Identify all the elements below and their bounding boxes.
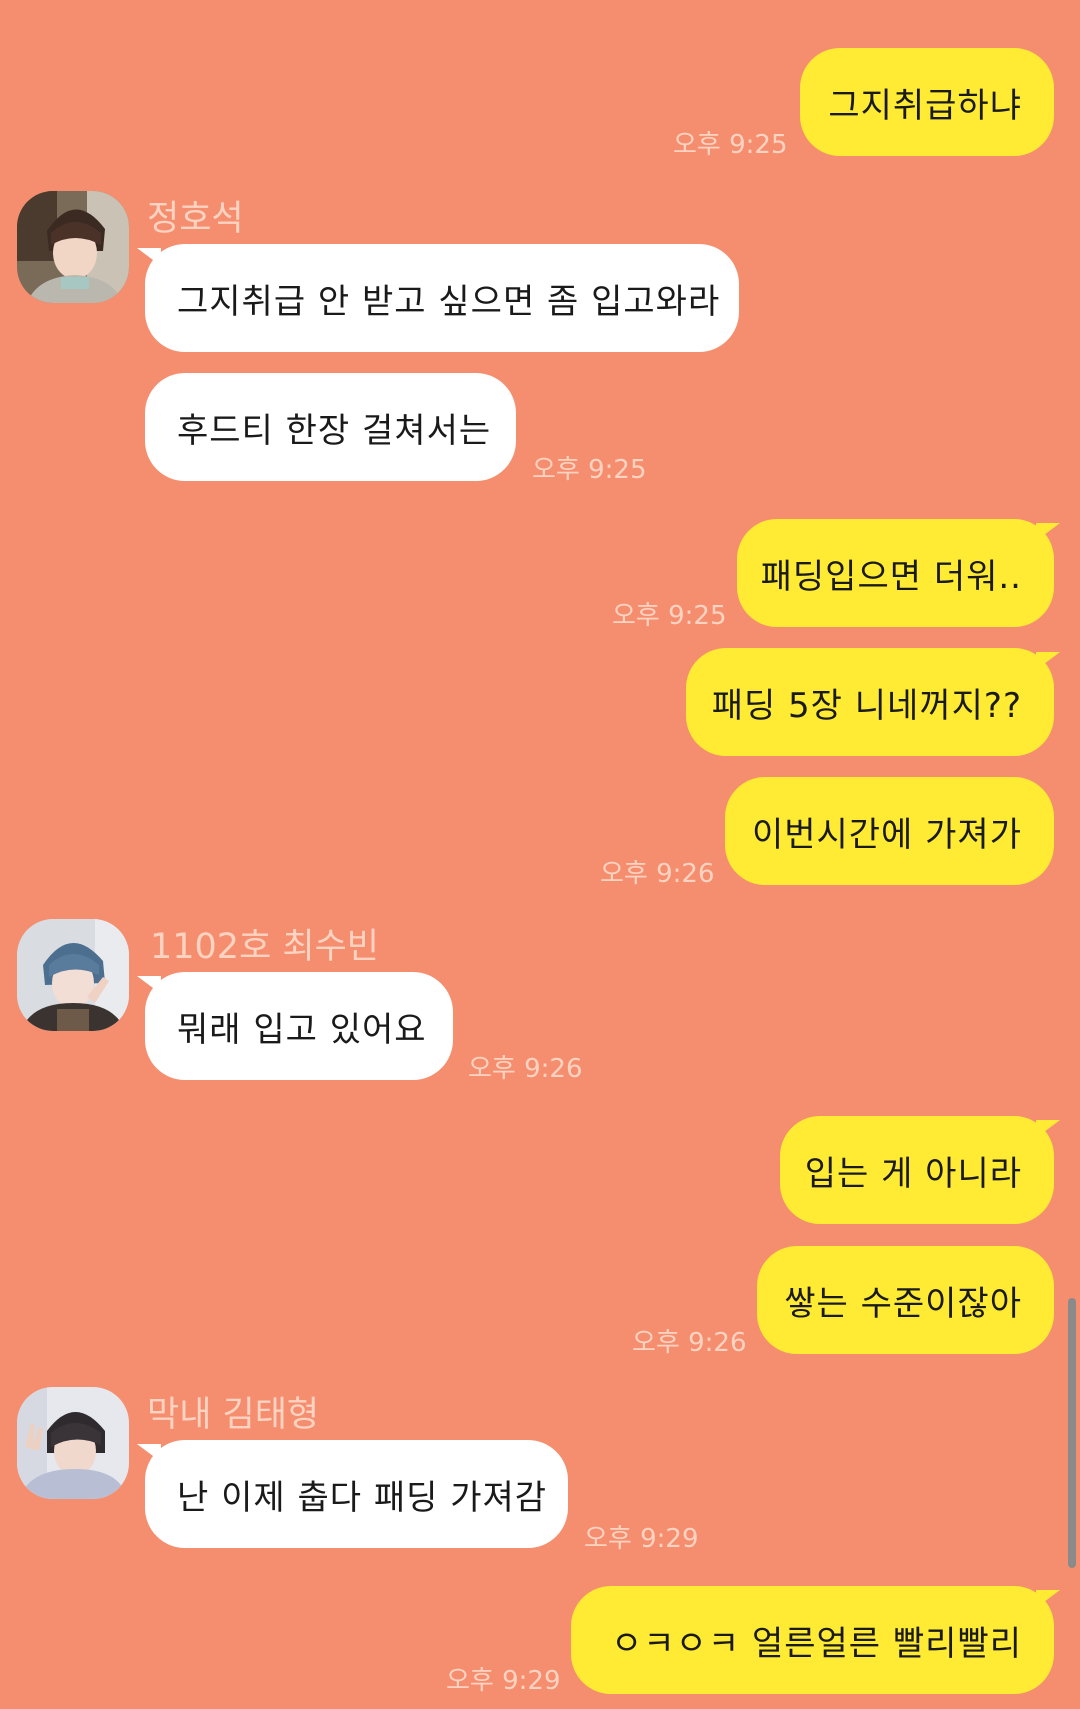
other-message-bubble[interactable]: 그지취급 안 받고 싶으면 좀 입고와라 — [145, 244, 739, 352]
my-message-bubble[interactable]: 패딩 5장 니네꺼지?? — [686, 648, 1054, 756]
message-text: 패딩 5장 니네꺼지?? — [711, 685, 1022, 726]
message-time: 오후 9:29 — [446, 1666, 561, 1696]
message-time: 오후 9:26 — [468, 1054, 583, 1084]
bubble-tail — [1036, 652, 1060, 670]
avatar-photo-icon — [17, 191, 129, 303]
other-message-bubble[interactable]: 난 이제 춥다 패딩 가져감 — [145, 1440, 568, 1548]
message-time: 오후 9:25 — [612, 601, 727, 631]
avatar-jung-hoseok[interactable] — [17, 191, 129, 303]
message-text: 뭐래 입고 있어요 — [177, 1009, 427, 1050]
bubble-tail — [1036, 1120, 1060, 1138]
my-message-bubble[interactable]: 쌓는 수준이잖아 — [757, 1246, 1054, 1354]
message-time: 오후 9:29 — [584, 1524, 699, 1554]
sender-name: 막내 김태형 — [147, 1395, 320, 1435]
avatar-kim-taehyung[interactable] — [17, 1387, 129, 1499]
message-text: 입는 게 아니라 — [804, 1153, 1022, 1194]
my-message-bubble[interactable]: ㅇㅋㅇㅋ 얼른얼른 빨리빨리 — [571, 1586, 1054, 1694]
bubble-tail — [137, 248, 161, 266]
message-time: 오후 9:26 — [632, 1328, 747, 1358]
message-text: 이번시간에 가져가 — [751, 814, 1022, 855]
avatar-photo-icon — [17, 1387, 129, 1499]
message-text: ㅇㅋㅇㅋ 얼른얼른 빨리빨리 — [611, 1623, 1022, 1664]
bubble-tail — [1036, 523, 1060, 541]
other-message-bubble[interactable]: 후드티 한장 걸쳐서는 — [145, 373, 516, 481]
chat-screen[interactable]: 그지취급하냐 오후 9:25 정호석 그지취급 안 받고 싶으면 좀 입고와라 … — [0, 0, 1080, 1709]
avatar-choi-soobin[interactable] — [17, 919, 129, 1031]
message-text: 쌓는 수준이잖아 — [784, 1283, 1022, 1324]
message-time: 오후 9:26 — [600, 859, 715, 889]
my-message-bubble[interactable]: 그지취급하냐 — [800, 48, 1054, 156]
message-text: 후드티 한장 걸쳐서는 — [177, 410, 492, 451]
message-text: 난 이제 춥다 패딩 가져감 — [177, 1477, 548, 1518]
avatar-photo-icon — [17, 919, 129, 1031]
scrollbar[interactable] — [1068, 1298, 1076, 1568]
my-message-bubble[interactable]: 패딩입으면 더워.. — [737, 519, 1054, 627]
message-time: 오후 9:25 — [532, 455, 647, 485]
message-text: 그지취급하냐 — [828, 85, 1022, 126]
bubble-tail — [137, 976, 161, 994]
other-message-bubble[interactable]: 뭐래 입고 있어요 — [145, 972, 453, 1080]
my-message-bubble[interactable]: 이번시간에 가져가 — [725, 777, 1054, 885]
my-message-bubble[interactable]: 입는 게 아니라 — [780, 1116, 1054, 1224]
message-text: 패딩입으면 더워.. — [760, 556, 1022, 597]
message-text: 그지취급 안 받고 싶으면 좀 입고와라 — [177, 281, 721, 322]
sender-name: 1102호 최수빈 — [150, 927, 379, 967]
bubble-tail — [1036, 1590, 1060, 1608]
sender-name: 정호석 — [147, 199, 244, 239]
message-time: 오후 9:25 — [673, 130, 788, 160]
bubble-tail — [137, 1444, 161, 1462]
